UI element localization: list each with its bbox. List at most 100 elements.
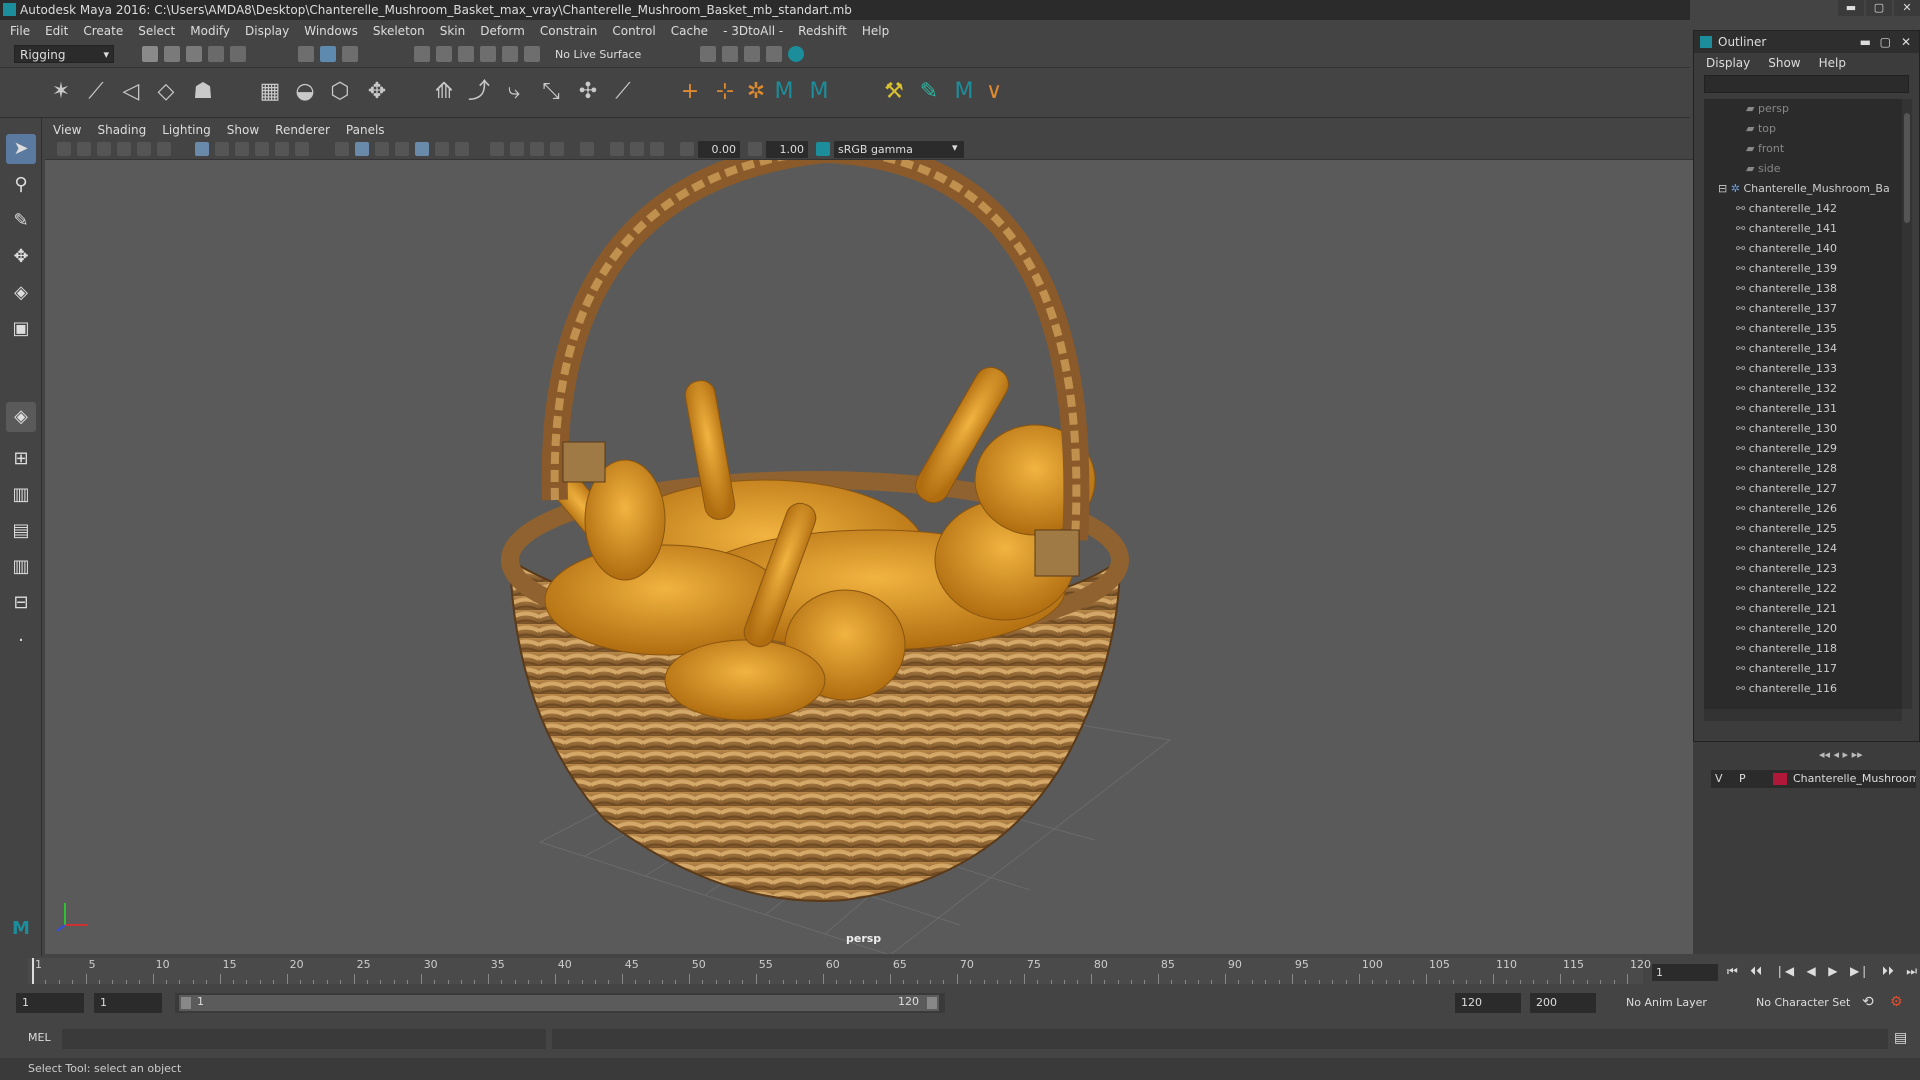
snap-point-icon[interactable] [458,46,474,62]
outliner-item[interactable]: ⚯ chanterelle_135 [1736,319,1837,339]
use-all-lights-icon[interactable] [435,142,449,156]
anim-layer-select[interactable]: No Anim Layer [1620,993,1740,1013]
persp-hypershade-layout-icon[interactable]: ▥ [6,552,36,582]
depth-of-field-icon[interactable] [550,142,564,156]
outliner-item[interactable]: ⚯ chanterelle_128 [1736,459,1837,479]
outliner-item-top[interactable]: ▰ top [1746,119,1776,139]
minimize-button[interactable]: ▬ [1838,0,1864,16]
select-hierarchy-icon[interactable] [298,46,314,62]
outliner-close-button[interactable]: ✕ [1901,31,1911,53]
gamma-field[interactable]: 1.00 [766,141,808,158]
persp-graph-layout-icon[interactable]: ▤ [6,516,36,546]
parent-constraint-icon[interactable]: M [805,78,833,106]
vp-menu-lighting[interactable]: Lighting [162,123,211,137]
outliner-item[interactable]: ⚯ chanterelle_126 [1736,499,1837,519]
outliner-item[interactable]: ⚯ chanterelle_117 [1736,659,1837,679]
ambient-occlusion-icon[interactable] [490,142,504,156]
rotate-tool-icon[interactable]: ◈ [6,278,36,308]
menu-create[interactable]: Create [83,24,123,38]
humanik-icon[interactable]: ☗ [189,78,217,106]
new-scene-icon[interactable] [142,46,158,62]
layer-toolbar-icons[interactable]: ◂◂ ◂ ▸ ▸▸ [1819,748,1863,761]
vp-menu-shading[interactable]: Shading [97,123,146,137]
command-input[interactable] [62,1029,546,1049]
go-to-start-button[interactable]: ⏮ [1727,964,1738,981]
persp-outliner-layout-icon[interactable]: ▥ [6,480,36,510]
step-back-frame-button[interactable]: ❘◀ [1775,964,1794,981]
menu-redshift[interactable]: Redshift [798,24,847,38]
menu-select[interactable]: Select [138,24,175,38]
paint-weights-icon[interactable]: ⤡ [537,78,565,106]
smooth-shade-icon[interactable] [355,142,369,156]
menu-windows[interactable]: Windows [304,24,358,38]
menu-modify[interactable]: Modify [190,24,230,38]
play-backwards-button[interactable]: ◀ [1807,964,1816,981]
outliner-item[interactable]: ⚯ chanterelle_134 [1736,339,1837,359]
more-layouts-icon[interactable]: · [6,626,36,656]
pole-vector-icon[interactable]: ⚒ [880,78,908,106]
menu-skin[interactable]: Skin [440,24,466,38]
outliner-menu-show[interactable]: Show [1768,56,1800,70]
camera-attributes-icon[interactable] [77,142,91,156]
resolution-gate-icon[interactable] [235,142,249,156]
detach-skin-icon[interactable]: ✣ [574,78,602,106]
outliner-item[interactable]: ⚯ chanterelle_121 [1736,599,1837,619]
animation-start-field[interactable]: 1 [16,993,84,1013]
menu-deform[interactable]: Deform [480,24,525,38]
menu-constrain[interactable]: Constrain [540,24,598,38]
layer-playback-toggle[interactable]: P [1739,770,1746,788]
mode-selector[interactable]: Rigging [14,45,114,64]
normal-constraint-icon[interactable]: M [950,78,978,106]
step-forward-frame-button[interactable]: ▶❘ [1850,964,1869,981]
smooth-bind-icon[interactable]: ⤷ [500,78,528,106]
outliner-item-persp[interactable]: ▰ persp [1746,99,1789,119]
gate-mask-icon[interactable] [255,142,269,156]
outliner-scrollbar[interactable] [1902,99,1912,709]
outliner-search-input[interactable] [1704,75,1909,93]
outliner-item[interactable]: ⚯ chanterelle_124 [1736,539,1837,559]
image-plane-icon[interactable] [117,142,131,156]
menu-display[interactable]: Display [245,24,289,38]
outliner-item[interactable]: ⚯ chanterelle_139 [1736,259,1837,279]
single-perspective-layout-icon[interactable]: ◈ [6,402,36,432]
menu-file[interactable]: File [10,24,30,38]
range-start-handle[interactable] [181,997,191,1009]
snap-curve-icon[interactable] [436,46,452,62]
motion-blur-icon[interactable] [510,142,524,156]
outliner-group[interactable]: ⊟ ✲ Chanterelle_Mushroom_Ba [1718,179,1890,199]
outliner-item[interactable]: ⚯ chanterelle_120 [1736,619,1837,639]
menu-control[interactable]: Control [612,24,655,38]
wire-icon[interactable]: ⬡ [326,78,354,106]
select-object-icon[interactable] [320,46,336,62]
film-gate-icon[interactable] [215,142,229,156]
character-set-select[interactable]: No Character Set [1750,993,1865,1013]
ipr-render-icon[interactable] [744,46,760,62]
step-forward-key-button[interactable]: ⏵⏵ [1882,964,1894,981]
collapse-icon[interactable]: ⊟ [1718,182,1731,195]
geometry-constraint-icon[interactable]: ✎ [915,78,943,106]
current-time-indicator[interactable] [32,958,34,984]
viewport-3d[interactable] [45,120,1693,956]
insert-joint-icon[interactable]: ◇ [152,78,180,106]
safe-action-icon[interactable] [295,142,309,156]
view-transform-dropdown-icon[interactable]: ▾ [952,141,958,154]
select-component-icon[interactable] [342,46,358,62]
tangent-constraint-icon[interactable]: ∨ [980,78,1008,106]
rigid-bind-icon[interactable]: ⤴ [465,78,493,106]
outliner-item[interactable]: ⚯ chanterelle_122 [1736,579,1837,599]
outliner-item[interactable]: ⚯ chanterelle_137 [1736,299,1837,319]
hypershade-icon[interactable] [788,46,804,62]
ik-spline-icon[interactable]: ◁ [117,78,145,106]
playback-end-field[interactable]: 120 [1455,993,1521,1013]
render-settings-icon[interactable] [766,46,782,62]
outliner-item[interactable]: ⚯ chanterelle_127 [1736,479,1837,499]
redo-icon[interactable] [230,46,246,62]
bind-skin-icon[interactable]: ⟰ [430,78,458,106]
persp-uv-layout-icon[interactable]: ⊟ [6,588,36,618]
outliner-item[interactable]: ⚯ chanterelle_141 [1736,219,1837,239]
xray-active-icon[interactable] [630,142,644,156]
snap-edge-icon[interactable] [524,46,540,62]
time-slider-bar[interactable]: 1 5 10 15 20 25 30 35 40 45 50 55 60 65 70 75 80 85 90 95 10… [28,958,1651,984]
outliner-maximize-button[interactable]: ▢ [1880,31,1891,53]
outliner-item[interactable]: ⚯ chanterelle_129 [1736,439,1837,459]
